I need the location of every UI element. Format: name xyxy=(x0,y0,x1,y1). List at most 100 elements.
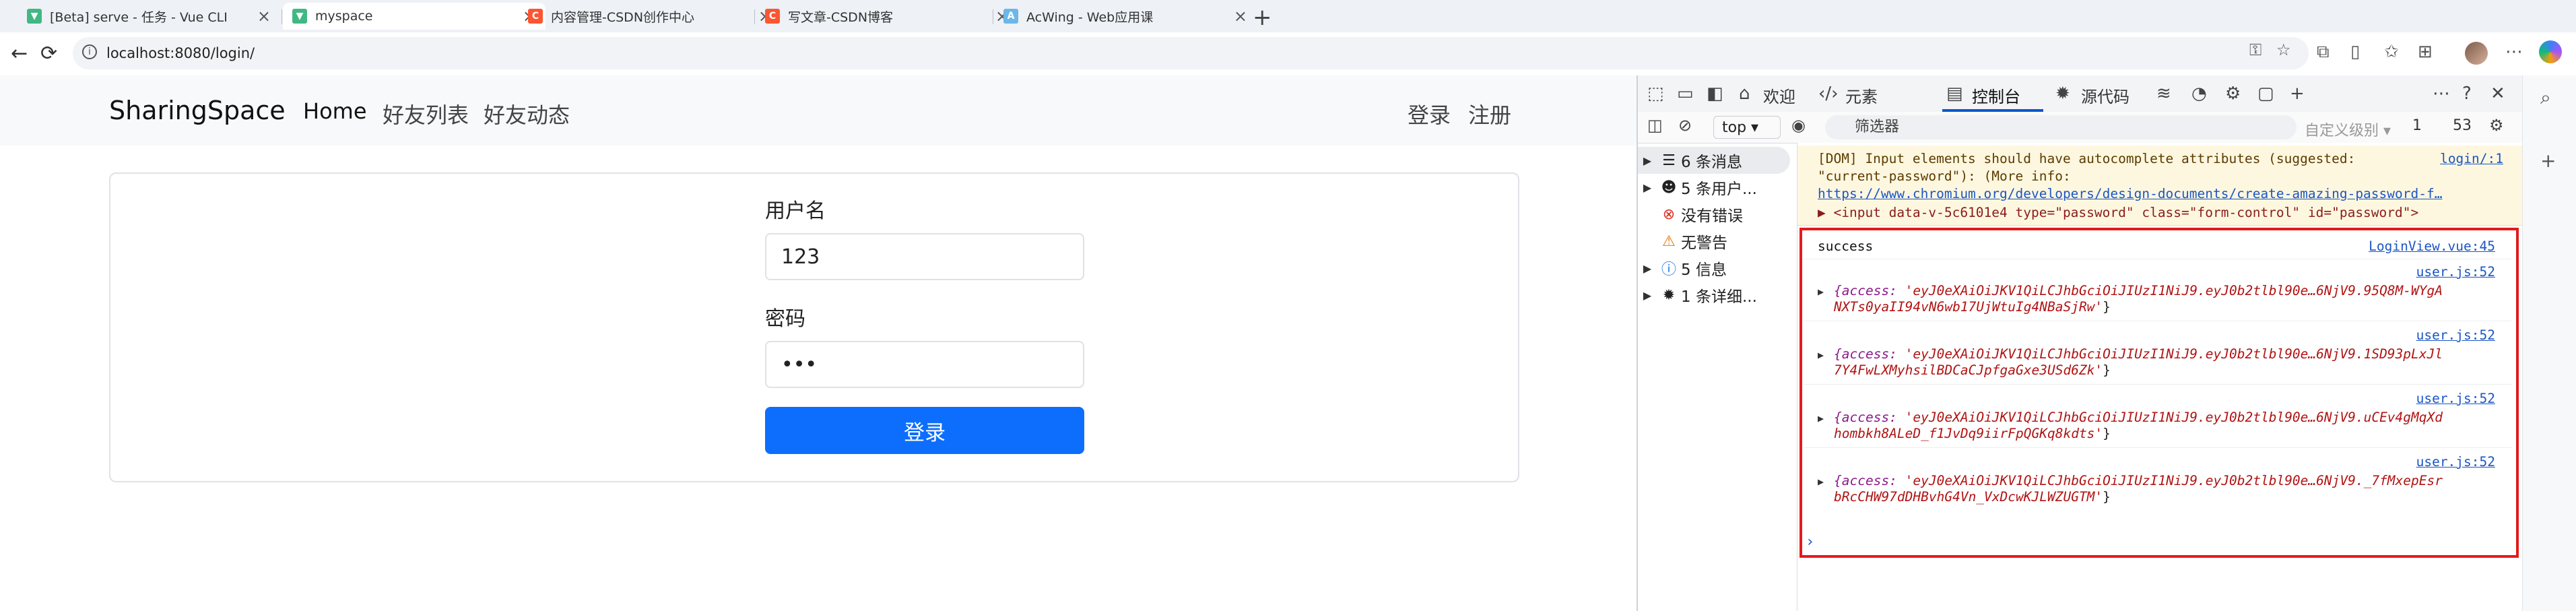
more-tools-icon[interactable]: ⋯ xyxy=(2433,84,2450,104)
new-tab-button[interactable]: + xyxy=(1253,4,1272,31)
tab-elements[interactable]: 元素 xyxy=(1845,84,1878,107)
close-icon[interactable]: × xyxy=(257,7,271,26)
log-source-link[interactable]: user.js:52 xyxy=(2416,391,2495,406)
nav-register[interactable]: 注册 xyxy=(1468,98,1511,129)
username-field[interactable]: 123 xyxy=(765,233,1084,280)
log-object-cont: bRcCHW97dDHBvhG4Vn_VxDcwKJLWZUGTM'} xyxy=(1834,489,2111,505)
copilot-icon[interactable] xyxy=(2539,40,2562,63)
reload-button[interactable]: ⟳ xyxy=(40,42,57,65)
csdn-icon: C xyxy=(765,9,780,24)
back-button[interactable]: ← xyxy=(11,42,28,65)
messages-count[interactable]: 53 xyxy=(2453,117,2472,134)
tab-divider xyxy=(754,9,755,24)
expand-caret-icon[interactable]: ▶ xyxy=(1818,476,1824,488)
inspect-icon[interactable]: ⬚ xyxy=(1647,84,1664,104)
site-info-icon[interactable]: i xyxy=(82,44,97,59)
nav-feed[interactable]: 好友动态 xyxy=(484,98,570,129)
log-level-select[interactable]: 自定义级别 ▾ xyxy=(2305,119,2391,140)
favorite-star-icon[interactable]: ☆ xyxy=(2276,40,2291,59)
nav-login[interactable]: 登录 xyxy=(1408,98,1451,129)
tab-welcome[interactable]: 欢迎 xyxy=(1763,84,1795,107)
gear-icon[interactable]: ⚙ xyxy=(2225,84,2241,104)
expand-caret-icon[interactable]: ▶ xyxy=(1818,412,1824,424)
log-success: success xyxy=(1818,238,1874,254)
help-icon[interactable]: ? xyxy=(2462,84,2472,104)
error-icon: ⊗ xyxy=(1662,205,1676,223)
close-icon[interactable]: × xyxy=(1234,7,1247,26)
password-field[interactable]: ••• xyxy=(765,341,1084,388)
sidebar-toggle-icon[interactable]: ◫ xyxy=(1647,116,1663,135)
nav-home[interactable]: Home xyxy=(303,98,367,124)
sidebar-item-info[interactable]: ▶ ⓘ 5 信息 xyxy=(1638,255,1797,282)
sidebar-item-user-messages[interactable]: ▶ ☻ 5 条用户... xyxy=(1638,174,1797,201)
devtools-panel: ⬚ ▭ ◧ ⌂ 欢迎 ‹/› 元素 ▤ 控制台 ✹ 源代码 ≋ ◔ ⚙ ▢ + … xyxy=(1637,75,2523,611)
nav-friends[interactable]: 好友列表 xyxy=(383,98,469,129)
sidebar-item-warnings[interactable]: ⚠ 无警告 xyxy=(1638,228,1797,255)
tab-sources[interactable]: 源代码 xyxy=(2081,84,2129,107)
favorites-icon[interactable]: ✩ xyxy=(2384,42,2399,62)
console-filter-bar: ◫ ⊘ top ▾ ◉ 筛选器 自定义级别 ▾ 1 53 ⚙ xyxy=(1638,112,2523,143)
tab-acwing[interactable]: A AcWing - Web应用课 × xyxy=(994,3,1257,30)
performance-icon[interactable]: ◔ xyxy=(2191,84,2207,104)
filter-input[interactable]: 筛选器 xyxy=(1825,115,2297,139)
dom-warning: [DOM] Input elements should have autocom… xyxy=(1797,146,2523,226)
extensions-icon[interactable]: ⧉ xyxy=(2317,42,2330,63)
password-label: 密码 xyxy=(765,307,805,331)
application-icon[interactable]: ▢ xyxy=(2257,84,2274,104)
log-source-link[interactable]: user.js:52 xyxy=(2416,454,2495,470)
log-source-link[interactable]: LoginView.vue:45 xyxy=(2369,238,2495,254)
console-settings-icon[interactable]: ⚙ xyxy=(2489,116,2504,135)
sidebar-item-errors[interactable]: ⊗ 没有错误 xyxy=(1638,201,1797,228)
login-button[interactable]: 登录 xyxy=(765,407,1084,454)
clear-console-icon[interactable]: ⊘ xyxy=(1678,116,1692,135)
issues-count[interactable]: 1 xyxy=(2412,117,2422,134)
tab-title: AcWing - Web应用课 xyxy=(1026,9,1154,25)
expand-caret-icon[interactable]: ▶ xyxy=(1638,154,1657,167)
expand-caret-icon[interactable]: ▶ xyxy=(1638,262,1657,275)
add-tool-icon[interactable]: + xyxy=(2290,84,2305,104)
add-sidebar-app-icon[interactable]: + xyxy=(2540,150,2556,172)
warning-more-info-link[interactable]: https://www.chromium.org/developers/desi… xyxy=(1818,186,2442,201)
tab-csdn-content[interactable]: C 内容管理-CSDN创作中心 × xyxy=(519,3,781,30)
sidebar-item-messages[interactable]: ▶ ☰ 6 条消息 xyxy=(1638,147,1790,174)
log-object[interactable]: {access: 'eyJ0eXAiOiJKV1QiLCJhbGciOiJIUz… xyxy=(1834,410,2443,425)
list-icon: ☰ xyxy=(1662,152,1676,169)
log-source-link[interactable]: user.js:52 xyxy=(2416,264,2495,280)
expand-caret-icon[interactable]: ▶ xyxy=(1638,181,1657,194)
log-source-link[interactable]: user.js:52 xyxy=(2416,327,2495,343)
dock-icon[interactable]: ◧ xyxy=(1707,84,1723,104)
tab-console[interactable]: 控制台 xyxy=(1972,84,2020,107)
more-menu-icon[interactable]: ⋯ xyxy=(2505,42,2523,62)
expand-caret-icon[interactable]: ▶ xyxy=(1638,289,1657,302)
key-icon[interactable]: ⚿ xyxy=(2249,40,2261,59)
highlight-frame xyxy=(1799,228,2519,558)
wifi-icon[interactable]: ≋ xyxy=(2156,84,2171,104)
brand-logo[interactable]: SharingSpace xyxy=(109,96,286,125)
devtools-toolbar: ⬚ ▭ ◧ ⌂ 欢迎 ‹/› 元素 ▤ 控制台 ✹ 源代码 ≋ ◔ ⚙ ▢ + … xyxy=(1638,75,2523,112)
log-object[interactable]: {access: 'eyJ0eXAiOiJKV1QiLCJhbGciOiJIUz… xyxy=(1834,283,2443,298)
avatar[interactable] xyxy=(2465,42,2488,65)
device-toggle-icon[interactable]: ▭ xyxy=(1677,84,1694,104)
log-object[interactable]: {access: 'eyJ0eXAiOiJKV1QiLCJhbGciOiJIUz… xyxy=(1834,346,2443,362)
username-label: 用户名 xyxy=(765,199,826,223)
log-object-cont: NXTs0yaII94vN6wb17UjWtuIg4NBaSjRw'} xyxy=(1834,299,2111,315)
tab-csdn-write[interactable]: C 写文章-CSDN博客 × xyxy=(756,3,1018,30)
search-icon[interactable]: ⌕ xyxy=(2540,86,2551,109)
address-bar[interactable]: i localhost:8080/login/ xyxy=(73,37,2309,69)
warning-source-link[interactable]: login/:1 xyxy=(2440,151,2503,166)
sidebar-item-label: 1 条详细... xyxy=(1681,288,1757,306)
tab-myspace[interactable]: ▼ myspace × xyxy=(283,3,546,30)
close-devtools-icon[interactable]: ✕ xyxy=(2490,84,2505,104)
eye-icon[interactable]: ◉ xyxy=(1791,116,1806,135)
collections-icon[interactable]: ⊞ xyxy=(2418,42,2433,62)
sidebar-item-verbose[interactable]: ▶ ✹ 1 条详细... xyxy=(1638,282,1797,309)
tab-vue-cli[interactable]: ▼ [Beta] serve - 任务 - Vue CLI × xyxy=(18,3,280,30)
expand-caret-icon[interactable]: ▶ xyxy=(1818,286,1824,298)
tab-title: [Beta] serve - 任务 - Vue CLI xyxy=(50,9,228,25)
context-select[interactable]: top ▾ xyxy=(1713,116,1781,139)
split-screen-icon[interactable]: ▯ xyxy=(2350,42,2360,62)
expand-caret-icon[interactable]: ▶ xyxy=(1818,349,1824,361)
console-prompt[interactable]: › xyxy=(1806,534,1814,550)
warning-element[interactable]: ▶ <input data-v-5c6101e4 type="password"… xyxy=(1818,205,2418,220)
log-object[interactable]: {access: 'eyJ0eXAiOiJKV1QiLCJhbGciOiJIUz… xyxy=(1834,473,2443,488)
